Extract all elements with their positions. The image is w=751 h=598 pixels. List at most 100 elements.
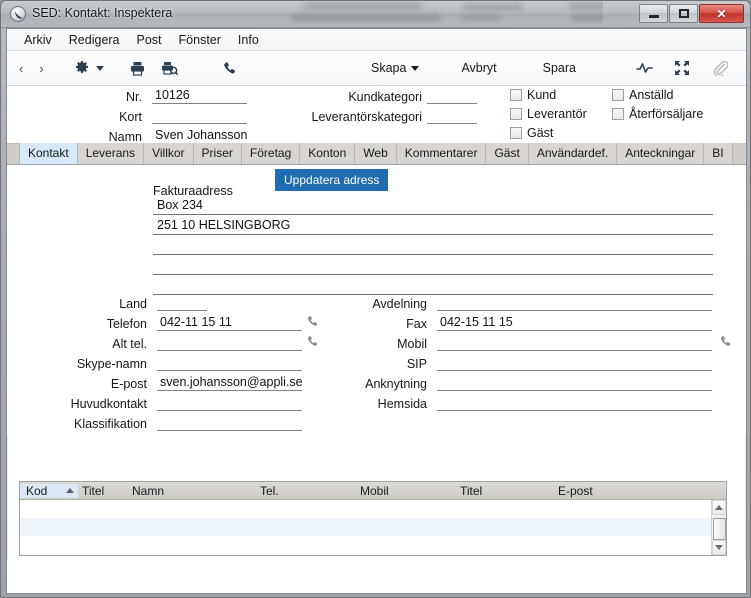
klassifikation-field[interactable] [157,415,302,431]
sip-field[interactable] [437,355,712,371]
phone-icon[interactable] [306,335,319,351]
column-header-namn[interactable]: Namn [132,484,164,498]
nr-field[interactable]: 10126 [152,88,247,104]
label-telefon: Telefon [106,317,147,331]
chevron-up-icon [715,505,723,510]
telefon-field[interactable]: 042-11 15 11 [157,315,302,331]
maximize-button[interactable] [669,4,698,23]
table-row[interactable] [20,536,711,554]
window-title: SED: Kontakt: Inspektera [32,6,173,20]
call-button[interactable] [218,56,242,80]
grid-body[interactable] [20,500,711,555]
save-button[interactable]: Spara [535,57,584,79]
skype-namn-field[interactable] [157,355,302,371]
address-line-5[interactable] [153,278,713,295]
fax-field[interactable]: 042-15 11 15 [437,315,712,331]
column-header-titel-2[interactable]: Titel [460,484,482,498]
checkbox-anstalld[interactable]: Anställd [612,88,673,102]
scroll-up-button[interactable] [712,500,726,515]
hemsida-field[interactable] [437,395,712,411]
print-button[interactable] [126,56,150,80]
column-header-tel[interactable]: Tel. [260,484,279,498]
tab-strip: Kontakt Leverans Villkor Priser Företag … [7,143,746,165]
label-avdelning: Avdelning [372,297,427,311]
menu-item-redigera[interactable]: Redigera [61,30,129,50]
checkbox-icon [510,89,522,101]
print-preview-button[interactable] [158,56,182,80]
checkbox-kund[interactable]: Kund [510,88,556,102]
label-kundkategori: Kundkategori [348,90,422,104]
checkbox-aterforsaljare[interactable]: Återförsäljare [612,107,703,121]
namn-field[interactable]: Sven Johansson [152,128,467,144]
label-huvudkontakt: Huvudkontakt [70,397,147,411]
settings-button[interactable] [70,56,104,80]
toolbar: ‹ › Skapa Avbryt Spara [7,51,746,86]
tab-konton[interactable]: Konton [300,143,356,164]
minimize-button[interactable] [639,4,668,23]
tab-priser[interactable]: Priser [193,143,242,164]
alt-tel-field[interactable] [157,335,302,351]
mobil-field[interactable] [437,335,712,351]
menu-item-info[interactable]: Info [230,30,268,50]
scroll-down-button[interactable] [712,540,726,555]
contacts-grid: Kod Titel Namn Tel. Mobil Titel E-post [19,481,727,556]
close-button[interactable]: ✕ [699,4,744,23]
tab-leverans[interactable]: Leverans [77,143,145,164]
grid-vertical-scrollbar[interactable] [711,500,726,555]
address-line-4[interactable] [153,258,713,275]
label-kort: Kort [119,110,142,124]
grid-header-row: Kod Titel Namn Tel. Mobil Titel E-post [20,482,726,500]
checkbox-gast[interactable]: Gäst [510,126,553,140]
tab-anvandardef[interactable]: Användardef. [528,143,618,164]
checkbox-leverantor[interactable]: Leverantör [510,107,587,121]
scrollbar-thumb[interactable] [713,518,726,540]
tab-bi[interactable]: BI [704,143,733,164]
checkbox-icon [612,89,624,101]
huvudkontakt-field[interactable] [157,395,302,411]
land-field[interactable] [157,295,207,311]
kundkategori-field[interactable] [427,88,477,104]
menu-item-post[interactable]: Post [129,30,171,50]
tab-anteckningar[interactable]: Anteckningar [617,143,705,164]
table-row[interactable] [20,500,711,518]
create-button-label: Skapa [370,61,407,75]
tab-kontakt[interactable]: Kontakt [19,143,78,164]
anknytning-field[interactable] [437,375,712,391]
update-address-button[interactable]: Uppdatera adress [275,169,389,191]
phone-icon[interactable] [306,315,319,331]
tab-villkor[interactable]: Villkor [144,143,194,164]
back-button[interactable]: ‹ [19,61,23,76]
address-line-3[interactable] [153,238,713,255]
app-circle-icon [10,6,26,22]
tab-web[interactable]: Web [355,143,397,164]
address-line-2[interactable]: 251 10 HELSINGBORG [153,218,713,235]
phone-icon[interactable] [719,335,732,351]
table-row[interactable] [20,518,711,536]
forward-button[interactable]: › [39,61,43,76]
checkbox-gast-label: Gäst [527,126,554,140]
tab-foretag[interactable]: Företag [241,143,301,164]
menu-item-fonster[interactable]: Fönster [171,30,230,50]
chevron-down-icon [715,545,723,550]
tab-gast[interactable]: Gäst [486,143,529,164]
aero-glass-background [283,1,603,28]
e-post-field[interactable]: sven.johansson@appli.se [157,375,302,391]
create-button[interactable]: Skapa [363,57,427,79]
checkbox-kund-label: Kund [527,88,557,102]
kort-field[interactable] [152,108,247,124]
nav-buttons: ‹ › [19,61,44,76]
column-header-mobil[interactable]: Mobil [360,484,389,498]
record-header: Nr. 10126 Kort Namn Sven Johansson Kundk… [7,86,746,144]
tab-kommentarer[interactable]: Kommentarer [396,143,487,164]
sort-ascending-icon [66,488,74,493]
activity-button[interactable] [632,56,656,80]
column-header-titel[interactable]: Titel [82,484,104,498]
menu-item-arkiv[interactable]: Arkiv [16,30,61,50]
leverantorskategori-field[interactable] [427,108,477,124]
cancel-button[interactable]: Avbryt [453,57,504,79]
avdelning-field[interactable] [437,295,712,311]
gear-icon [70,56,94,80]
address-line-1[interactable]: Box 234 [153,198,713,215]
expand-button[interactable] [670,56,694,80]
column-header-e-post[interactable]: E-post [558,484,593,498]
